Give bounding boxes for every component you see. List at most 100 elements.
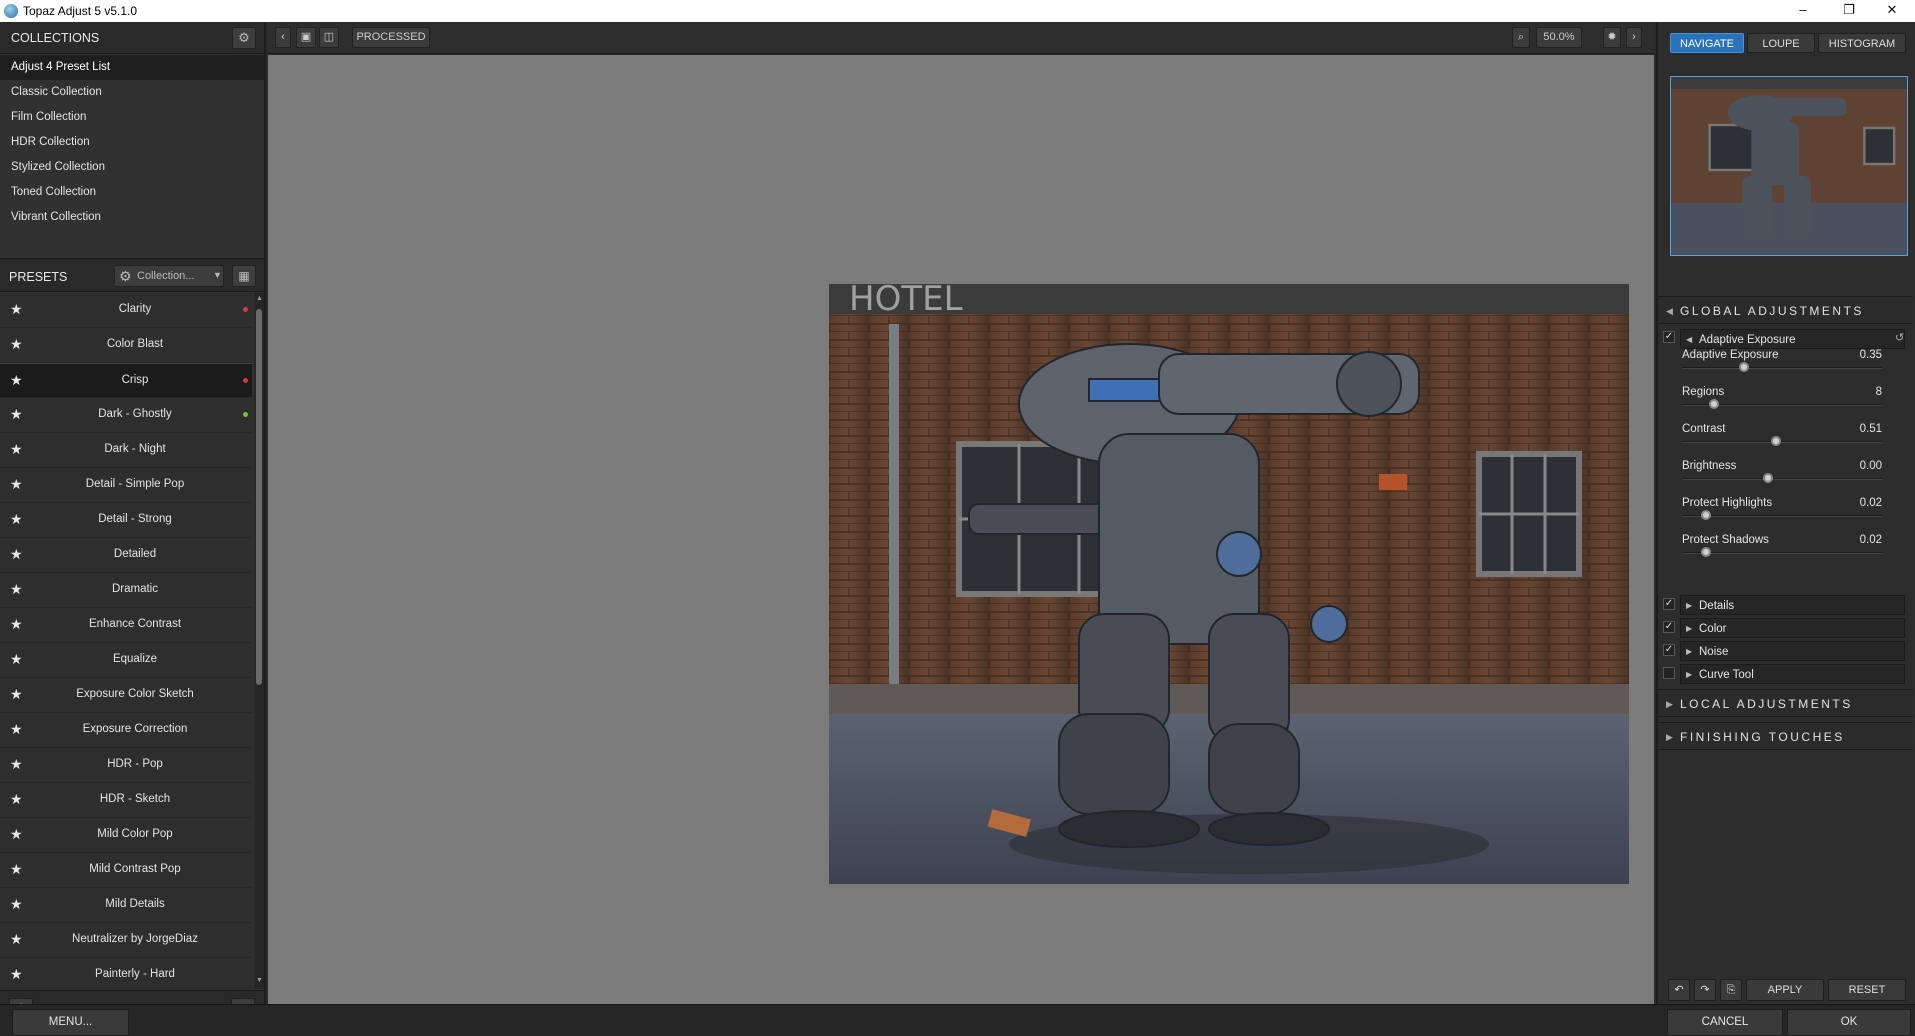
maximize-button[interactable]: ❐: [1826, 0, 1872, 22]
finishing-touches-header[interactable]: ▶ FINISHING TOUCHES: [1658, 722, 1913, 750]
favorite-star-icon[interactable]: ★: [10, 476, 23, 493]
slider-value[interactable]: 0.02: [1860, 534, 1882, 546]
favorite-star-icon[interactable]: ★: [10, 581, 23, 598]
tab-histogram[interactable]: HISTOGRAM: [1818, 33, 1906, 53]
subsection-header[interactable]: ▶ Details: [1680, 595, 1905, 615]
preset-item[interactable]: ★ Clarity: [0, 293, 252, 328]
single-view-button[interactable]: ▣: [296, 27, 316, 48]
slider-knob[interactable]: [1701, 510, 1711, 520]
favorite-star-icon[interactable]: ★: [10, 336, 23, 353]
favorite-star-icon[interactable]: ★: [10, 406, 23, 423]
subsection-checkbox[interactable]: [1663, 667, 1675, 679]
favorite-star-icon[interactable]: ★: [10, 372, 23, 389]
adaptive-exposure-header[interactable]: ◀ Adaptive Exposure: [1680, 329, 1905, 349]
slider-knob[interactable]: [1771, 436, 1781, 446]
favorite-star-icon[interactable]: ★: [10, 651, 23, 668]
global-adjustments-header[interactable]: ◀ GLOBAL ADJUSTMENTS: [1658, 296, 1913, 324]
preset-item[interactable]: ★ Dramatic: [0, 573, 252, 608]
ok-button[interactable]: OK: [1787, 1009, 1911, 1036]
favorite-star-icon[interactable]: ★: [10, 616, 23, 633]
preset-item[interactable]: ★ Enhance Contrast: [0, 608, 252, 643]
slider-track[interactable]: [1682, 441, 1882, 443]
subsection-header[interactable]: ▶ Color: [1680, 618, 1905, 638]
close-window-button[interactable]: ✕: [1869, 0, 1915, 22]
slider-track[interactable]: [1682, 478, 1882, 480]
preset-item[interactable]: ★ HDR - Sketch: [0, 783, 252, 818]
cancel-button[interactable]: CANCEL: [1667, 1009, 1783, 1036]
zoom-level[interactable]: 50.0%: [1536, 27, 1582, 48]
reset-section-icon[interactable]: ↺: [1895, 331, 1904, 344]
subsection-checkbox[interactable]: ✓: [1663, 621, 1675, 633]
subsection-header[interactable]: ▶ Curve Tool: [1680, 664, 1905, 684]
preset-item[interactable]: ★ Painterly - Hard: [0, 958, 252, 989]
favorite-star-icon[interactable]: ★: [10, 511, 23, 528]
favorite-star-icon[interactable]: ★: [10, 301, 23, 318]
collection-item[interactable]: Toned Collection: [0, 180, 264, 205]
grid-view-button[interactable]: ▦: [232, 265, 256, 287]
slider-knob[interactable]: [1739, 362, 1749, 372]
slider-value[interactable]: 8: [1876, 386, 1882, 398]
collection-item[interactable]: Adjust 4 Preset List: [0, 55, 264, 80]
slider-value[interactable]: 0.00: [1860, 460, 1882, 472]
redo-button[interactable]: ↷: [1694, 979, 1716, 1001]
favorite-star-icon[interactable]: ★: [10, 896, 23, 913]
preset-item[interactable]: ★ Dark - Night: [0, 433, 252, 468]
favorite-star-icon[interactable]: ★: [10, 791, 23, 808]
navigator-thumbnail[interactable]: [1670, 76, 1908, 256]
split-view-button[interactable]: ◫: [319, 27, 339, 48]
processed-toggle[interactable]: PROCESSED: [352, 27, 430, 48]
collapse-right-button[interactable]: ›: [1626, 27, 1642, 48]
favorite-star-icon[interactable]: ★: [10, 966, 23, 983]
favorite-star-icon[interactable]: ★: [10, 826, 23, 843]
scroll-up-icon[interactable]: ▲: [256, 295, 263, 302]
zoom-button[interactable]: ⌕: [1512, 27, 1530, 48]
slider-value[interactable]: 0.35: [1860, 349, 1882, 361]
apply-button[interactable]: APPLY: [1746, 979, 1824, 1001]
collections-settings-button[interactable]: ⚙: [232, 27, 256, 49]
tab-navigate[interactable]: NAVIGATE: [1670, 33, 1744, 53]
preview-image[interactable]: HOTEL: [829, 284, 1629, 884]
preset-item[interactable]: ★ Detail - Simple Pop: [0, 468, 252, 503]
local-adjustments-header[interactable]: ▶ LOCAL ADJUSTMENTS: [1658, 689, 1913, 717]
subsection-checkbox[interactable]: ✓: [1663, 598, 1675, 610]
adaptive-exposure-checkbox[interactable]: ✓: [1663, 331, 1675, 343]
collection-item[interactable]: Classic Collection: [0, 80, 264, 105]
preset-item[interactable]: ★ Detail - Strong: [0, 503, 252, 538]
scrollbar-thumb[interactable]: [256, 309, 262, 685]
preset-item[interactable]: ★ Neutralizer by JorgeDiaz: [0, 923, 252, 958]
slider-knob[interactable]: [1763, 473, 1773, 483]
subsection-header[interactable]: ▶ Noise: [1680, 641, 1905, 661]
save-preset-button[interactable]: ⎘: [1720, 979, 1742, 1001]
favorite-star-icon[interactable]: ★: [10, 931, 23, 948]
preset-item[interactable]: ★ Exposure Correction: [0, 713, 252, 748]
slider-value[interactable]: 0.51: [1860, 423, 1882, 435]
preset-item[interactable]: ★ Exposure Color Sketch: [0, 678, 252, 713]
preset-item[interactable]: ★ Color Blast: [0, 328, 252, 363]
slider-knob[interactable]: [1701, 547, 1711, 557]
collection-item[interactable]: HDR Collection: [0, 130, 264, 155]
undo-button[interactable]: ↶: [1668, 979, 1690, 1001]
subsection-checkbox[interactable]: ✓: [1663, 644, 1675, 656]
preset-item[interactable]: ★ Dark - Ghostly: [0, 398, 252, 433]
favorite-star-icon[interactable]: ★: [10, 756, 23, 773]
preset-item[interactable]: ★ Mild Contrast Pop: [0, 853, 252, 888]
menu-button[interactable]: MENU...: [12, 1009, 129, 1036]
collection-item[interactable]: Film Collection: [0, 105, 264, 130]
slider-track[interactable]: [1682, 367, 1882, 369]
scroll-down-icon[interactable]: ▼: [256, 977, 263, 984]
slider-track[interactable]: [1682, 515, 1882, 517]
light-toggle-button[interactable]: ✹: [1603, 27, 1621, 48]
minimize-button[interactable]: –: [1780, 0, 1826, 22]
favorite-star-icon[interactable]: ★: [10, 441, 23, 458]
favorite-star-icon[interactable]: ★: [10, 686, 23, 703]
preset-item[interactable]: ★ Equalize: [0, 643, 252, 678]
collection-item[interactable]: Stylized Collection: [0, 155, 264, 180]
slider-knob[interactable]: [1709, 399, 1719, 409]
preset-item[interactable]: ★ Crisp: [0, 363, 252, 398]
tab-loupe[interactable]: LOUPE: [1747, 33, 1815, 53]
preset-item[interactable]: ★ HDR - Pop: [0, 748, 252, 783]
preset-item[interactable]: ★ Mild Details: [0, 888, 252, 923]
presets-scrollbar[interactable]: ▲ ▼: [254, 293, 264, 989]
reset-button[interactable]: RESET: [1828, 979, 1906, 1001]
preset-item[interactable]: ★ Mild Color Pop: [0, 818, 252, 853]
